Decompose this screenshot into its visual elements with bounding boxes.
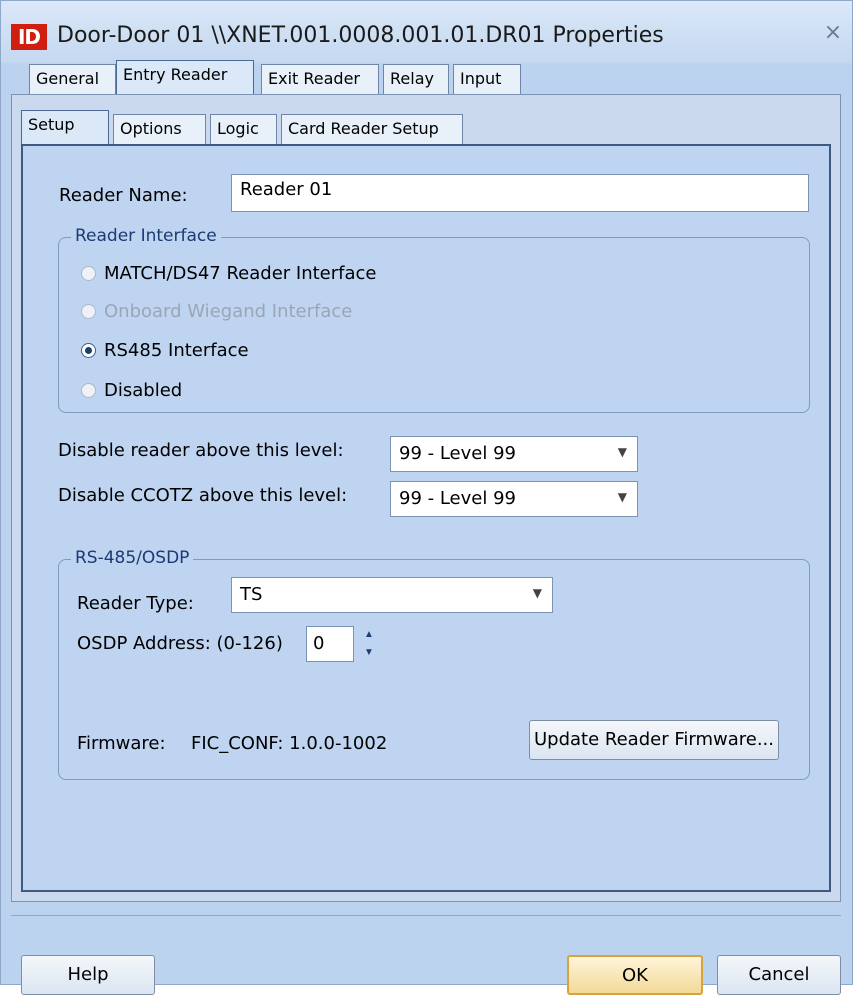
properties-dialog: ID Door-Door 01 \\XNET.001.0008.001.01.D… (0, 0, 853, 995)
tab-label: Card Reader Setup (288, 119, 439, 138)
radio-label: RS485 Interface (104, 339, 249, 361)
footer-divider (11, 915, 841, 916)
radio-label: Onboard Wiegand Interface (104, 300, 353, 322)
chevron-up-icon[interactable]: ▲ (355, 626, 383, 644)
select-value: TS (240, 584, 263, 605)
tab-entry-reader[interactable]: Entry Reader (116, 60, 254, 96)
update-reader-firmware-button[interactable]: Update Reader Firmware... (529, 720, 779, 760)
title-bar: ID Door-Door 01 \\XNET.001.0008.001.01.D… (1, 1, 852, 63)
cancel-button[interactable]: Cancel (717, 955, 841, 995)
tab-label: Relay (390, 69, 434, 88)
tab-setup[interactable]: Setup (21, 110, 109, 146)
disable-ccotz-label: Disable CCOTZ above this level: (58, 485, 348, 506)
radio-button (81, 303, 96, 319)
tab-card-reader-setup[interactable]: Card Reader Setup (281, 114, 463, 146)
radio-label: Disabled (104, 379, 183, 401)
osdp-address-input[interactable]: 0 (306, 626, 354, 662)
tab-label: Input (460, 69, 502, 88)
tab-exit-reader[interactable]: Exit Reader (261, 64, 379, 96)
tab-label: General (36, 69, 100, 88)
tab-logic[interactable]: Logic (210, 114, 277, 146)
help-button[interactable]: Help (21, 955, 155, 995)
reader-name-label: Reader Name: (59, 185, 188, 206)
window-title: Door-Door 01 \\XNET.001.0008.001.01.DR01… (57, 23, 664, 48)
tab-label: Setup (28, 115, 75, 134)
tab-input[interactable]: Input (453, 64, 521, 96)
reader-type-select[interactable]: TS ▼ (231, 577, 553, 613)
tab-label: Entry Reader (123, 65, 228, 84)
radio-label: MATCH/DS47 Reader Interface (104, 262, 377, 284)
reader-type-label: Reader Type: (77, 593, 194, 614)
radio-match-ds47[interactable]: MATCH/DS47 Reader Interface (81, 260, 376, 286)
tab-label: Logic (217, 119, 259, 138)
disable-ccotz-select[interactable]: 99 - Level 99 ▼ (390, 481, 638, 517)
chevron-down-icon: ▼ (617, 445, 627, 459)
app-logo-icon: ID (11, 24, 47, 50)
radio-onboard-wiegand: Onboard Wiegand Interface (81, 298, 352, 324)
tab-relay[interactable]: Relay (383, 64, 449, 96)
osdp-address-label: OSDP Address: (0-126) (77, 633, 283, 654)
select-value: 99 - Level 99 (399, 443, 516, 464)
osdp-address-spinner[interactable]: ▲ ▼ (355, 626, 383, 662)
firmware-value: FIC_CONF: 1.0.0-1002 (191, 733, 388, 754)
tab-label: Exit Reader (268, 69, 361, 88)
radio-button[interactable] (81, 382, 96, 398)
chevron-down-icon: ▼ (617, 490, 627, 504)
tab-options[interactable]: Options (113, 114, 206, 146)
reader-interface-title: Reader Interface (71, 226, 221, 246)
firmware-label: Firmware: (77, 733, 166, 754)
radio-button[interactable] (81, 342, 96, 358)
spin-value: 0 (313, 633, 325, 654)
rs485-osdp-title: RS-485/OSDP (71, 548, 194, 568)
reader-name-input[interactable]: Reader 01 (231, 174, 809, 212)
tab-label: Options (120, 119, 182, 138)
radio-rs485[interactable]: RS485 Interface (81, 337, 249, 363)
disable-reader-label: Disable reader above this level: (58, 440, 344, 461)
select-value: 99 - Level 99 (399, 488, 516, 509)
chevron-down-icon[interactable]: ▼ (355, 644, 383, 662)
radio-button[interactable] (81, 265, 96, 281)
tab-general[interactable]: General (29, 64, 116, 96)
radio-disabled[interactable]: Disabled (81, 377, 182, 403)
chevron-down-icon: ▼ (532, 586, 542, 600)
close-icon[interactable]: × (819, 19, 847, 47)
ok-button[interactable]: OK (567, 955, 703, 995)
disable-reader-select[interactable]: 99 - Level 99 ▼ (390, 436, 638, 472)
